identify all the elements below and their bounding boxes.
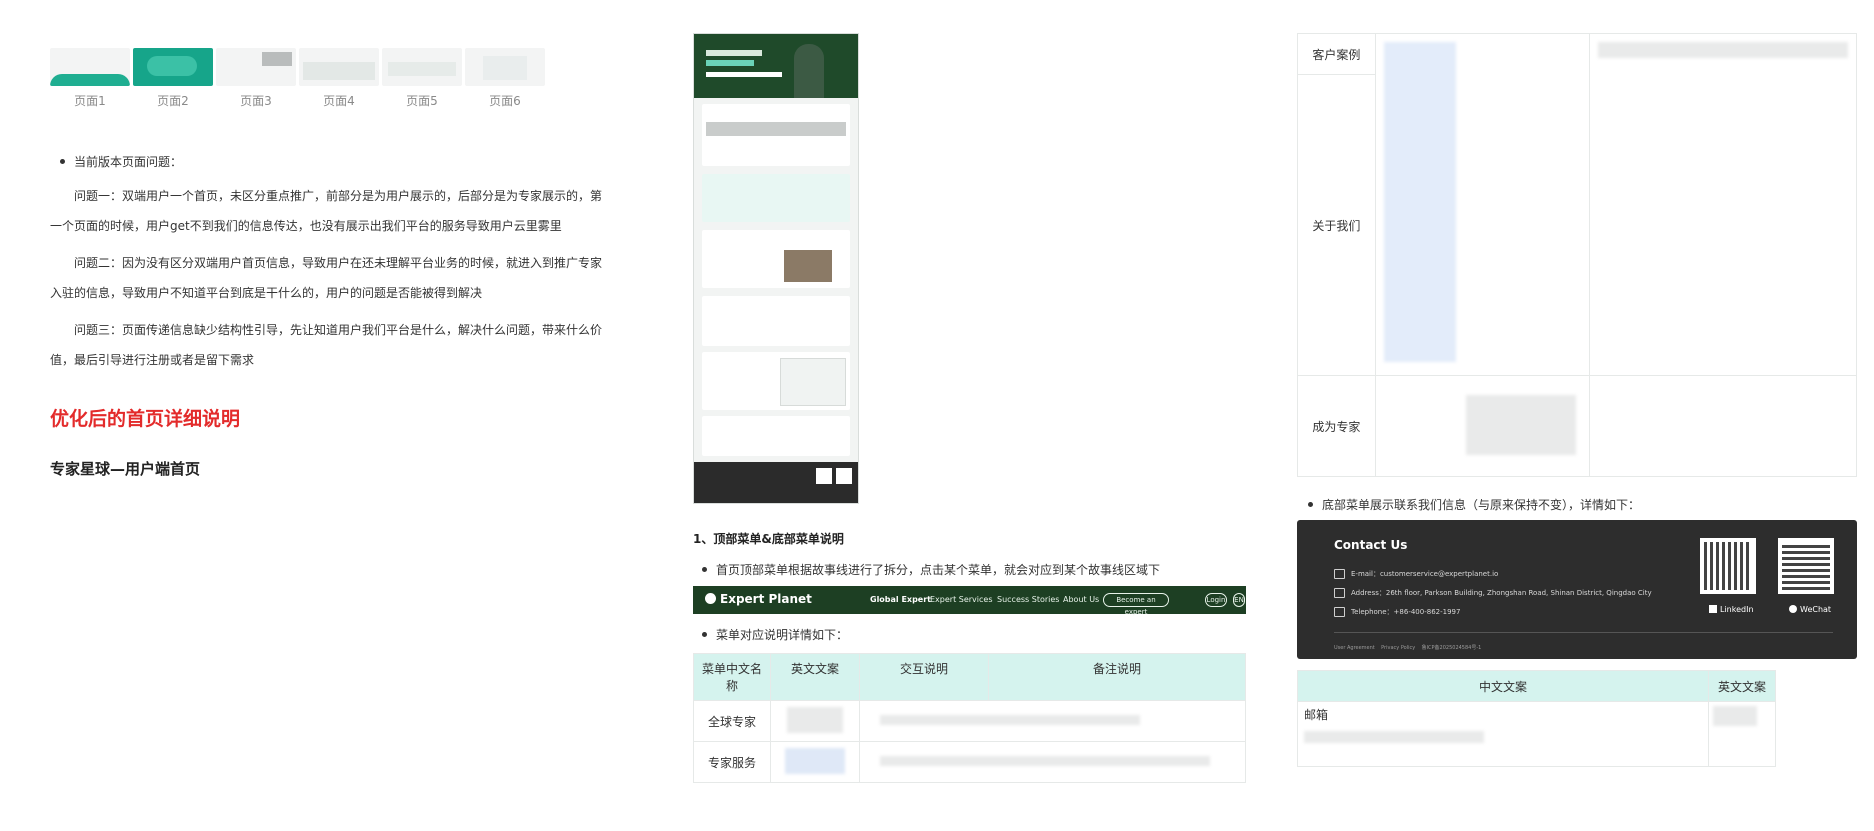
column-header: 中文文案 bbox=[1297, 670, 1709, 702]
issues-heading: 当前版本页面问题： bbox=[60, 153, 182, 170]
mockup-expert-pool bbox=[702, 416, 850, 456]
divider bbox=[1334, 632, 1833, 633]
user-agreement-link[interactable]: User Agreement bbox=[1334, 645, 1375, 651]
footer-note: 底部菜单展示联系我们信息（与原来保持不变），详情如下： bbox=[1307, 498, 1641, 512]
linkedin-icon bbox=[1709, 605, 1717, 613]
menu-cn-name: 专家服务 bbox=[693, 741, 771, 783]
mockup-testimonial bbox=[702, 296, 850, 346]
expert-planet-logo[interactable]: Expert Planet bbox=[705, 592, 812, 606]
menu-bullet-1: 首页顶部菜单根据故事线进行了拆分，点击某个菜单，就会对应到某个故事线区域下 bbox=[701, 563, 1161, 577]
redacted-cell bbox=[770, 700, 860, 742]
language-table: 中文文案 英文文案 邮箱 bbox=[1297, 670, 1776, 767]
phone-icon bbox=[1334, 607, 1345, 617]
mail-icon bbox=[1334, 569, 1345, 579]
column-header: 菜单中文名称 bbox=[693, 653, 771, 701]
footer-links: User Agreement Privacy Policy 鲁ICP备20250… bbox=[1334, 644, 1481, 651]
location-icon bbox=[1334, 588, 1345, 598]
contact-footer: Contact Us E-mail：customerservice@expert… bbox=[1297, 520, 1857, 659]
table-row: 邮箱 bbox=[1297, 701, 1776, 767]
thumbnail-labels: 页面1 页面2 页面3 页面4 页面5 页面6 bbox=[50, 0, 550, 120]
contact-email[interactable]: E-mail：customerservice@expertplanet.io bbox=[1334, 569, 1498, 579]
row-label: 成为专家 bbox=[1297, 375, 1376, 477]
menu-global-expert[interactable]: Global Expert bbox=[870, 595, 931, 604]
page-subtitle: 专家星球—用户端首页 bbox=[50, 460, 201, 478]
issue-paragraph-1: 问题一：双端用户一个首页，未区分重点推广，前部分是为用户展示的，后部分是为专家展… bbox=[50, 189, 603, 233]
logo-icon bbox=[705, 593, 716, 604]
table-row: 客户案例 bbox=[1297, 33, 1857, 376]
redacted-cell bbox=[1374, 33, 1591, 376]
thumbnail-label: 页面3 bbox=[240, 94, 272, 108]
language-button[interactable]: EN bbox=[1233, 593, 1245, 607]
menu-success-stories[interactable]: Success Stories bbox=[997, 595, 1059, 604]
become-expert-button[interactable]: Become an expert bbox=[1103, 593, 1169, 616]
redacted-cell bbox=[859, 700, 1246, 742]
issue-paragraph-3: 问题三：页面传递信息缺少结构性引导，先让知道用户我们平台是什么，解决什么问题，带… bbox=[50, 323, 603, 367]
redacted-cell bbox=[1374, 375, 1591, 477]
thumbnail-label: 页面1 bbox=[74, 94, 106, 108]
mockup-about-us bbox=[702, 352, 850, 410]
thumbnail-label: 页面6 bbox=[489, 94, 521, 108]
top-menubar: Expert Planet Global Expert Expert Servi… bbox=[693, 586, 1246, 616]
menu-bullet-2: 菜单对应说明详情如下： bbox=[701, 628, 849, 642]
contact-title: Contact Us bbox=[1334, 538, 1408, 552]
row-label: 客户案例 bbox=[1297, 33, 1376, 75]
menu-section-title: 1、顶部菜单&底部菜单说明 bbox=[693, 532, 844, 546]
linkedin-qr-icon bbox=[1700, 538, 1756, 594]
table-row: 成为专家 bbox=[1297, 375, 1857, 477]
mockup-footer bbox=[694, 462, 858, 503]
login-button[interactable]: Login bbox=[1205, 593, 1227, 607]
redacted-cell bbox=[770, 741, 860, 783]
menu-table: 菜单中文名称 英文文案 交互说明 备注说明 全球专家 专家服务 bbox=[693, 653, 1246, 783]
redacted-cell bbox=[1589, 33, 1857, 376]
table-row: 全球专家 bbox=[693, 700, 1246, 742]
menu-expert-services[interactable]: Expert Services bbox=[930, 595, 993, 604]
mockup-hero bbox=[694, 34, 858, 98]
privacy-policy-link[interactable]: Privacy Policy bbox=[1381, 645, 1415, 651]
column-header: 英文文案 bbox=[1708, 670, 1776, 702]
linkedin-link[interactable]: LinkedIn bbox=[1709, 605, 1754, 614]
thumbnail-label: 页面2 bbox=[157, 94, 189, 108]
wechat-icon bbox=[1789, 605, 1797, 613]
row-label: 关于我们 bbox=[1297, 74, 1376, 376]
mockup-our-services bbox=[702, 174, 850, 222]
mockup-success-stories bbox=[702, 230, 850, 288]
contact-address: Address：26th floor, Parkson Building, Zh… bbox=[1334, 588, 1652, 598]
cn-copy-cell: 邮箱 bbox=[1297, 701, 1709, 767]
wechat-qr-icon bbox=[1778, 538, 1834, 594]
menu-about-us[interactable]: About Us bbox=[1063, 595, 1099, 604]
empty-cell bbox=[1589, 375, 1857, 477]
wechat-link[interactable]: WeChat bbox=[1789, 605, 1831, 614]
table-row: 专家服务 bbox=[693, 741, 1246, 783]
thumbnail-label: 页面4 bbox=[323, 94, 355, 108]
column-header: 备注说明 bbox=[988, 653, 1246, 701]
menu-cn-name: 全球专家 bbox=[693, 700, 771, 742]
column-header: 交互说明 bbox=[859, 653, 989, 701]
optimized-title: 优化后的首页详细说明 bbox=[50, 408, 241, 430]
contact-telephone: Telephone：+86-400-862-1997 bbox=[1334, 607, 1460, 617]
redacted-cell bbox=[859, 741, 1246, 783]
mockup-services bbox=[702, 104, 850, 166]
thumbnail-label: 页面5 bbox=[406, 94, 438, 108]
column-header: 英文文案 bbox=[770, 653, 860, 701]
redacted-cell bbox=[1708, 701, 1776, 767]
icp-record: 鲁ICP备2025024584号-1 bbox=[1421, 645, 1482, 651]
issue-paragraph-2: 问题二：因为没有区分双端用户首页信息，导致用户在还未理解平台业务的时候，就进入到… bbox=[50, 256, 603, 300]
case-table: 客户案例 关于我们 成为专家 bbox=[1297, 33, 1857, 477]
homepage-mockup bbox=[693, 33, 859, 504]
